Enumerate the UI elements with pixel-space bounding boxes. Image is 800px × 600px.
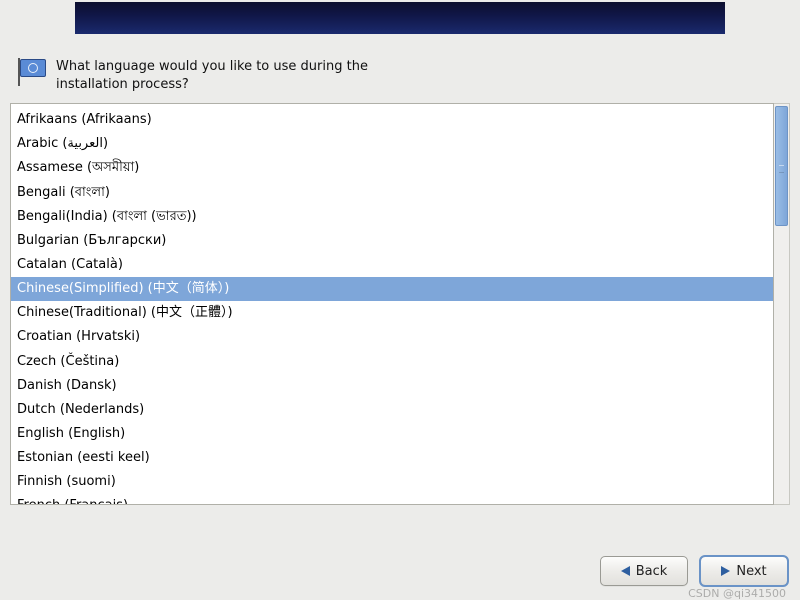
- language-list-container: Afrikaans (Afrikaans)Arabic (العربية)Ass…: [10, 103, 790, 505]
- header-banner: [75, 2, 725, 34]
- language-item[interactable]: Chinese(Simplified) (中文（简体）): [11, 277, 773, 301]
- flag-icon: [16, 58, 46, 86]
- language-item[interactable]: Danish (Dansk): [11, 374, 773, 398]
- back-button-label: Back: [636, 564, 668, 579]
- language-item[interactable]: French (Français): [11, 494, 773, 505]
- language-item[interactable]: Arabic (العربية): [11, 132, 773, 156]
- arrow-left-icon: [621, 566, 630, 576]
- language-list[interactable]: Afrikaans (Afrikaans)Arabic (العربية)Ass…: [10, 103, 774, 505]
- watermark: CSDN @qi341500: [688, 587, 786, 600]
- footer-buttons: Back Next: [600, 556, 788, 586]
- scrollbar[interactable]: [774, 103, 790, 505]
- arrow-right-icon: [721, 566, 730, 576]
- language-item[interactable]: Assamese (অসমীয়া): [11, 156, 773, 180]
- language-item[interactable]: Croatian (Hrvatski): [11, 325, 773, 349]
- language-item[interactable]: Chinese(Traditional) (中文（正體）): [11, 301, 773, 325]
- language-item[interactable]: Catalan (Català): [11, 253, 773, 277]
- language-item[interactable]: Bulgarian (Български): [11, 229, 773, 253]
- back-button[interactable]: Back: [600, 556, 688, 586]
- language-item[interactable]: Estonian (eesti keel): [11, 446, 773, 470]
- language-item[interactable]: Bengali(India) (বাংলা (ভারত)): [11, 205, 773, 229]
- language-item[interactable]: Afrikaans (Afrikaans): [11, 108, 773, 132]
- prompt-row: What language would you like to use duri…: [16, 58, 784, 93]
- language-item[interactable]: Bengali (বাংলা): [11, 181, 773, 205]
- prompt-text: What language would you like to use duri…: [56, 58, 396, 93]
- scrollbar-thumb[interactable]: [775, 106, 788, 226]
- language-item[interactable]: English (English): [11, 422, 773, 446]
- next-button-label: Next: [736, 564, 766, 579]
- language-item[interactable]: Dutch (Nederlands): [11, 398, 773, 422]
- language-item[interactable]: Czech (Čeština): [11, 350, 773, 374]
- next-button[interactable]: Next: [700, 556, 788, 586]
- language-item[interactable]: Finnish (suomi): [11, 470, 773, 494]
